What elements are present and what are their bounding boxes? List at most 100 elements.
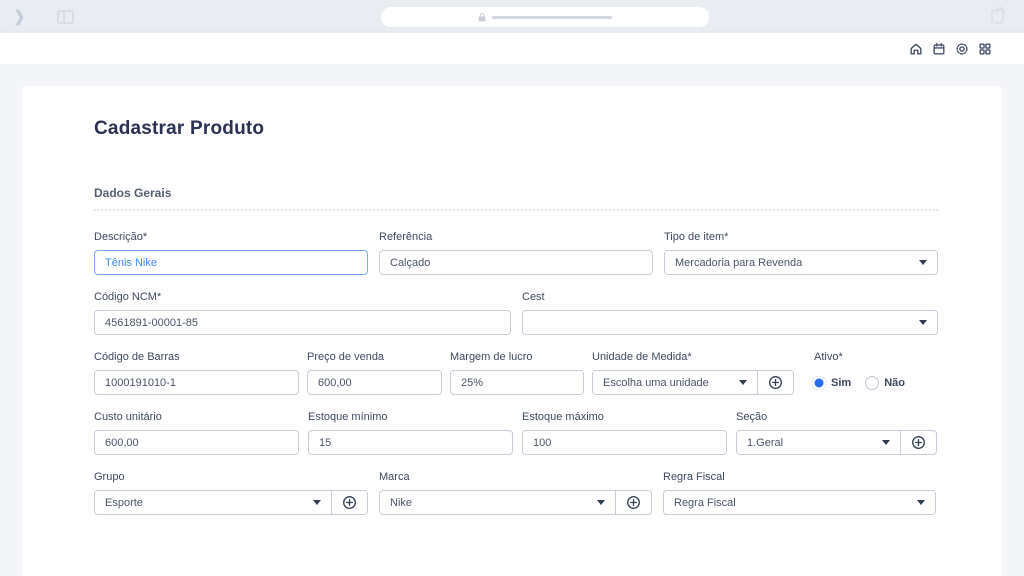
cest-label: Cest (522, 291, 938, 303)
grupo-combo: Esporte (94, 490, 368, 515)
field-unidade-medida: Unidade de Medida* Escolha uma unidade (592, 351, 794, 395)
margem-lucro-label: Margem de lucro (450, 351, 584, 363)
regra-fiscal-value: Regra Fiscal (664, 497, 917, 509)
field-descricao: Descrição* (94, 231, 368, 275)
form-row-2: Código NCM* Cest (94, 291, 938, 335)
field-regra-fiscal: Regra Fiscal Regra Fiscal (663, 471, 936, 515)
unidade-medida-value: Escolha uma unidade (593, 377, 739, 389)
referencia-input[interactable] (379, 250, 653, 275)
plus-circle-icon (911, 435, 926, 450)
grupo-select[interactable]: Esporte (95, 491, 331, 514)
secao-select[interactable]: 1.Geral (737, 431, 900, 454)
sidebar-panel-icon[interactable] (57, 10, 74, 24)
unidade-medida-select[interactable]: Escolha uma unidade (593, 371, 757, 394)
section-divider (94, 209, 938, 211)
browser-profile-icon[interactable] (991, 9, 1004, 24)
form-row-4: Custo unitário Estoque mínimo Estoque má… (94, 411, 938, 455)
grupo-value: Esporte (95, 497, 313, 509)
calendar-icon[interactable] (932, 42, 946, 56)
field-grupo: Grupo Esporte (94, 471, 368, 515)
chevron-down-icon (882, 440, 890, 445)
app-header (0, 33, 1024, 64)
lock-icon (478, 13, 486, 22)
page-title: Cadastrar Produto (94, 118, 938, 140)
plus-circle-icon (626, 495, 641, 510)
unidade-medida-label: Unidade de Medida* (592, 351, 794, 363)
regra-fiscal-select[interactable]: Regra Fiscal (663, 490, 936, 515)
cest-select[interactable] (522, 310, 938, 335)
gear-icon[interactable] (955, 42, 969, 56)
codigo-ncm-label: Código NCM* (94, 291, 511, 303)
field-custo-unitario: Custo unitário (94, 411, 299, 455)
ativo-radio-group: Sim Não (802, 370, 938, 395)
add-secao-button[interactable] (900, 431, 936, 454)
field-cest: Cest (522, 291, 938, 335)
marca-label: Marca (379, 471, 652, 483)
field-preco-venda: Preço de venda (307, 351, 442, 395)
estoque-minimo-label: Estoque mínimo (308, 411, 513, 423)
grupo-label: Grupo (94, 471, 368, 483)
tipo-item-label: Tipo de item* (664, 231, 938, 243)
plus-circle-icon (768, 375, 783, 390)
field-codigo-ncm: Código NCM* (94, 291, 511, 335)
apps-grid-icon[interactable] (978, 42, 992, 56)
descricao-label: Descrição* (94, 231, 368, 243)
tipo-item-value: Mercadoria para Revenda (665, 257, 919, 269)
secao-value: 1.Geral (737, 437, 882, 449)
product-form-card: Cadastrar Produto Dados Gerais Descrição… (22, 86, 1002, 576)
descricao-input[interactable] (94, 250, 368, 275)
url-placeholder (492, 16, 612, 19)
field-estoque-maximo: Estoque máximo (522, 411, 727, 455)
ativo-nao-radio[interactable]: Não (865, 376, 905, 390)
add-unidade-button[interactable] (757, 371, 793, 394)
field-margem-lucro: Margem de lucro (450, 351, 584, 395)
field-tipo-item: Tipo de item* Mercadoria para Revenda (664, 231, 938, 275)
form-row-5: Grupo Esporte Marca (94, 471, 938, 515)
forward-chevron-icon[interactable]: ❯ (14, 7, 25, 25)
add-marca-button[interactable] (615, 491, 651, 514)
field-marca: Marca Nike (379, 471, 652, 515)
radio-unselected-icon (865, 376, 879, 390)
marca-combo: Nike (379, 490, 652, 515)
preco-venda-input[interactable] (307, 370, 442, 395)
chevron-down-icon (919, 320, 927, 325)
margem-lucro-input[interactable] (450, 370, 584, 395)
add-grupo-button[interactable] (331, 491, 367, 514)
referencia-label: Referência (379, 231, 653, 243)
field-referencia: Referência (379, 231, 653, 275)
chevron-down-icon (739, 380, 747, 385)
codigo-barras-label: Código de Barras (94, 351, 299, 363)
marca-value: Nike (380, 497, 597, 509)
ativo-nao-label: Não (884, 377, 905, 389)
secao-combo: 1.Geral (736, 430, 937, 455)
form-row-3: Código de Barras Preço de venda Margem d… (94, 351, 938, 395)
codigo-ncm-input[interactable] (94, 310, 511, 335)
unidade-medida-combo: Escolha uma unidade (592, 370, 794, 395)
field-ativo: Ativo* Sim Não (802, 351, 938, 395)
section-title-dados-gerais: Dados Gerais (94, 186, 938, 200)
ativo-sim-radio[interactable]: Sim (812, 376, 851, 390)
tipo-item-select[interactable]: Mercadoria para Revenda (664, 250, 938, 275)
field-estoque-minimo: Estoque mínimo (308, 411, 513, 455)
secao-label: Seção (736, 411, 937, 423)
chevron-down-icon (919, 260, 927, 265)
marca-select[interactable]: Nike (380, 491, 615, 514)
browser-toolbar: ❯ (0, 0, 1024, 33)
codigo-barras-input[interactable] (94, 370, 299, 395)
plus-circle-icon (342, 495, 357, 510)
ativo-label: Ativo* (802, 351, 938, 363)
ativo-sim-label: Sim (831, 377, 851, 389)
estoque-minimo-input[interactable] (308, 430, 513, 455)
estoque-maximo-label: Estoque máximo (522, 411, 727, 423)
radio-selected-icon (812, 376, 826, 390)
product-form: Descrição* Referência Tipo de item* Merc… (94, 231, 938, 515)
address-bar[interactable] (381, 7, 709, 27)
home-icon[interactable] (909, 42, 923, 56)
form-row-1: Descrição* Referência Tipo de item* Merc… (94, 231, 938, 275)
estoque-maximo-input[interactable] (522, 430, 727, 455)
regra-fiscal-label: Regra Fiscal (663, 471, 936, 483)
chevron-down-icon (597, 500, 605, 505)
chevron-down-icon (917, 500, 925, 505)
chevron-down-icon (313, 500, 321, 505)
custo-unitario-input[interactable] (94, 430, 299, 455)
